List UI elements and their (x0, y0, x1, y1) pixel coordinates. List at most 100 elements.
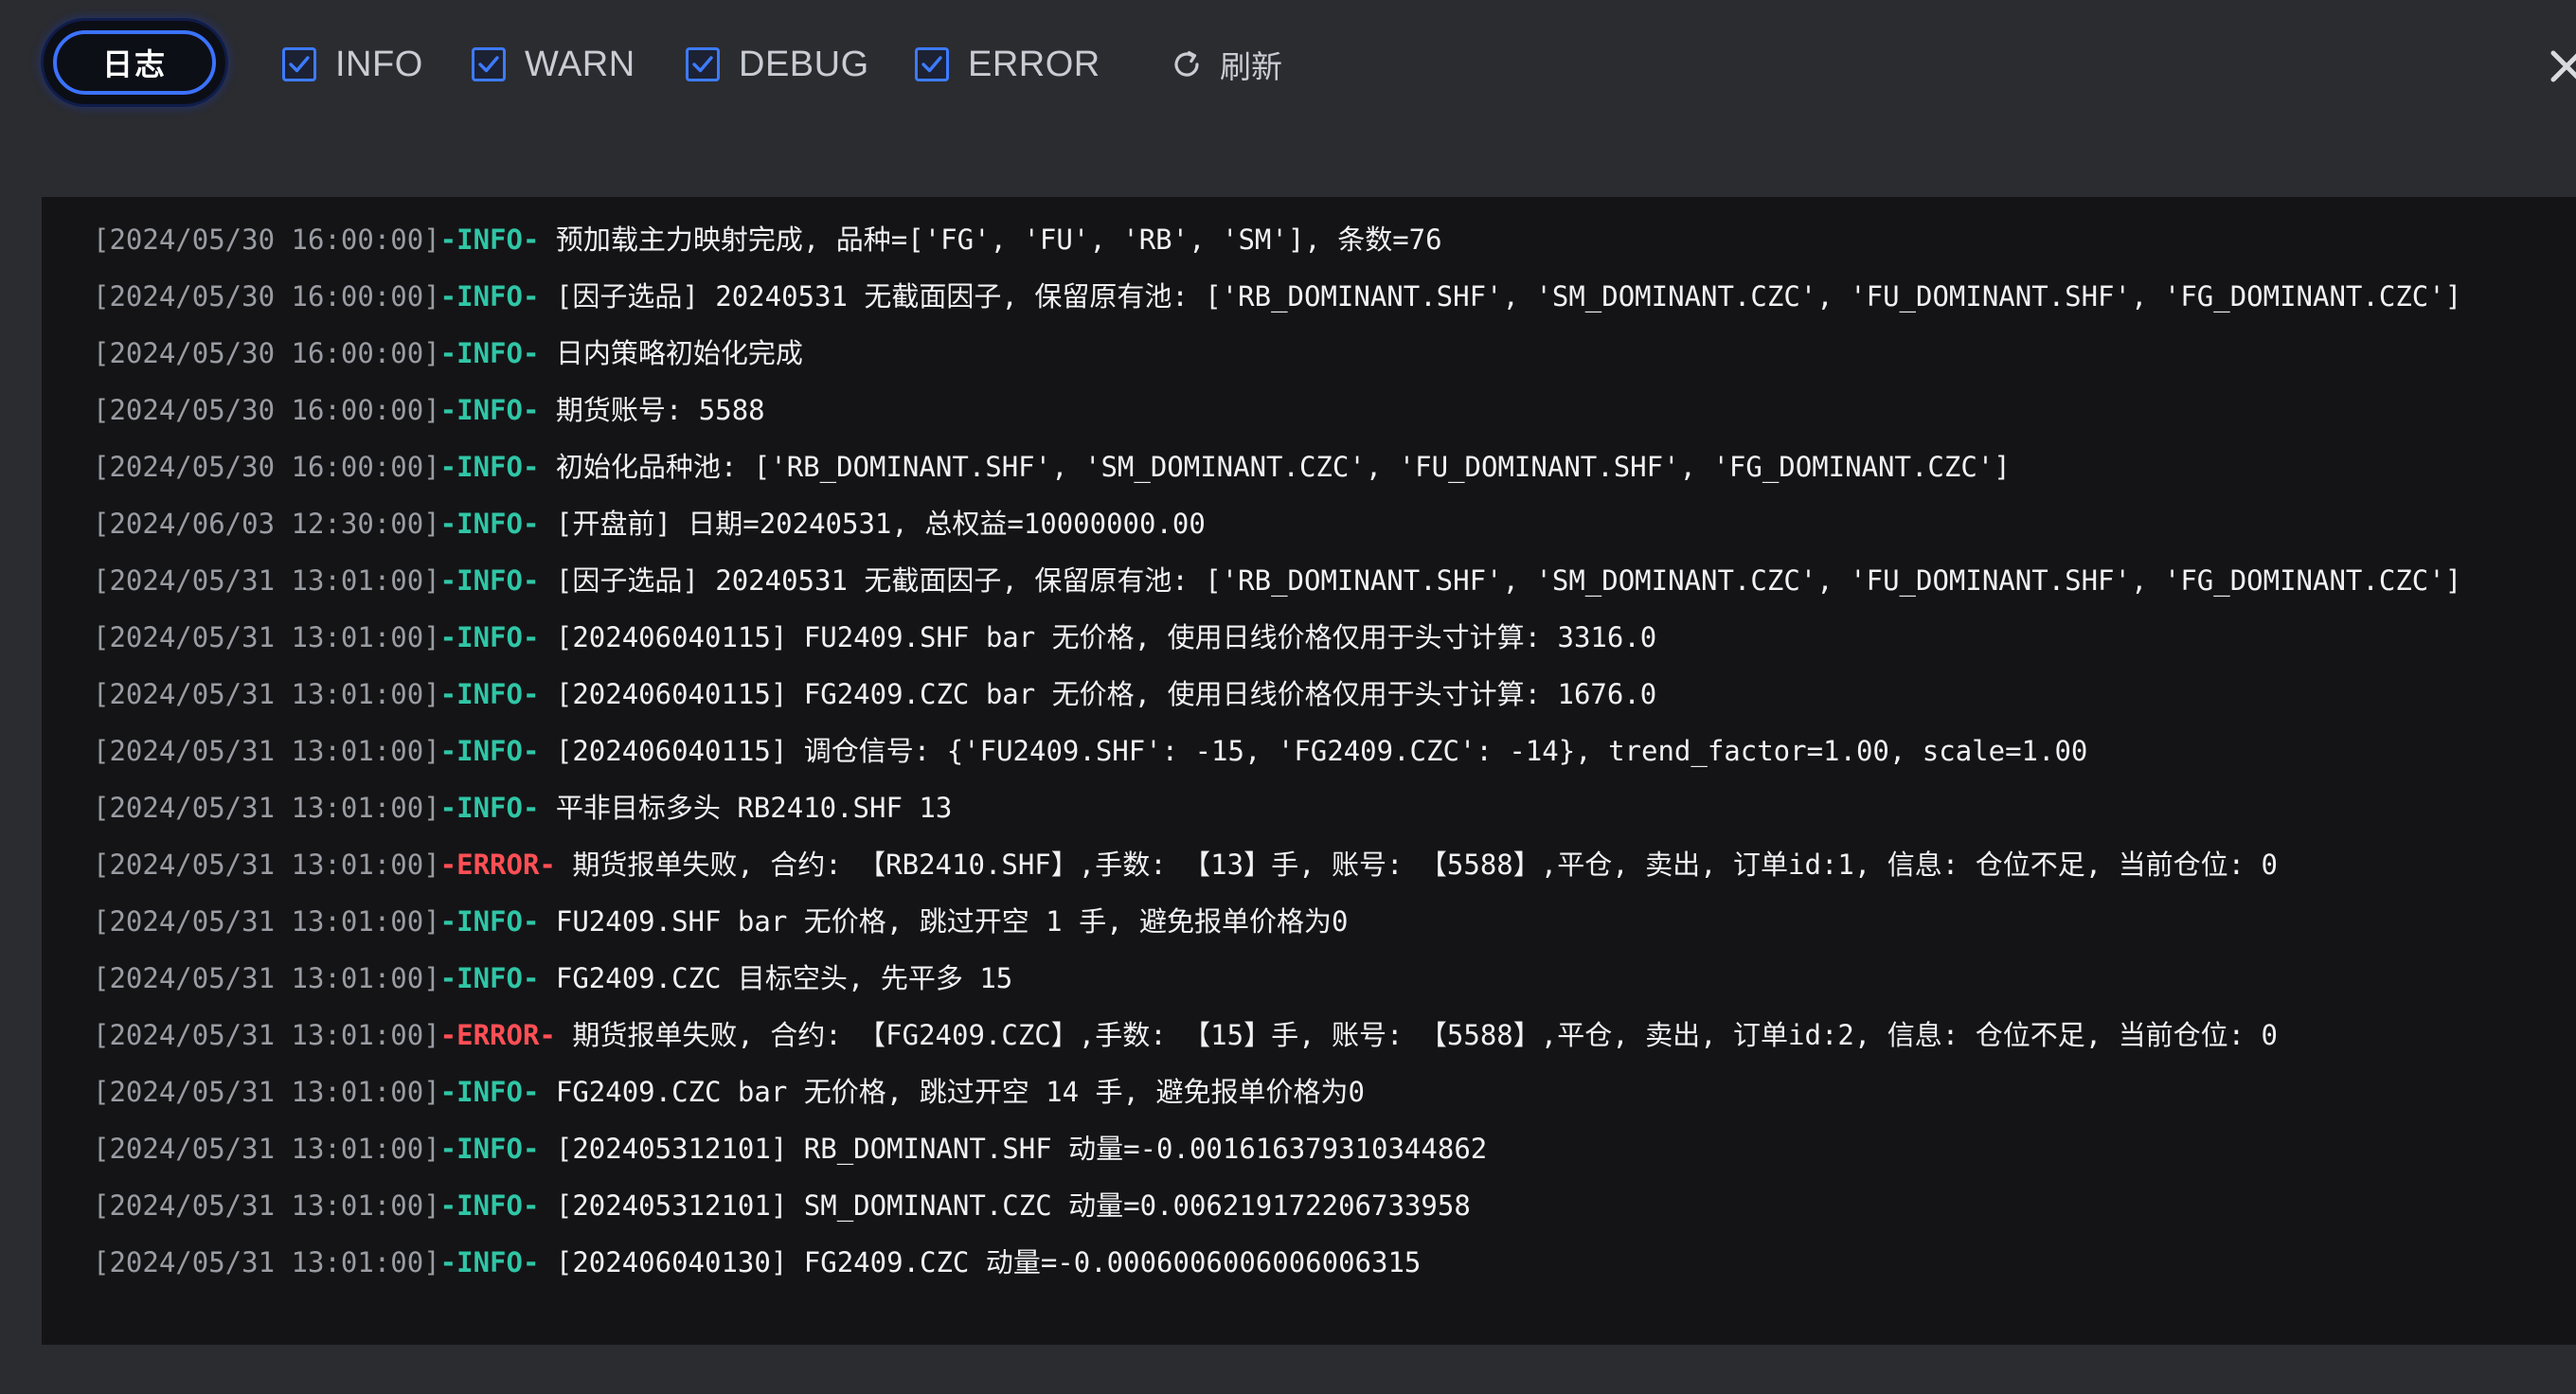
filter-error[interactable]: ERROR (915, 42, 1100, 87)
log-level-error: -ERROR- (439, 849, 556, 881)
log-line: [2024/05/31 13:01:00]-INFO- FU2409.SHF b… (93, 903, 2555, 939)
log-level-info: -INFO- (439, 735, 540, 767)
log-message: [202406040130] FG2409.CZC 动量=-0.00060060… (539, 1246, 1422, 1278)
log-line: [2024/05/30 16:00:00]-INFO- [因子选品] 20240… (93, 278, 2555, 314)
tab-log-label: 日志 (53, 30, 216, 95)
log-timestamp: [2024/05/31 13:01:00] (93, 849, 440, 881)
log-level-info: -INFO- (439, 678, 540, 710)
tab-log[interactable]: 日志 (44, 21, 225, 104)
log-level-info: -INFO- (439, 508, 540, 540)
log-level-info: -INFO- (439, 280, 540, 313)
check-icon (289, 56, 310, 73)
filter-debug[interactable]: DEBUG (686, 42, 869, 87)
log-line: [2024/05/31 13:01:00]-INFO- [20240531210… (93, 1131, 2555, 1167)
log-timestamp: [2024/05/31 13:01:00] (93, 678, 440, 710)
log-message: 预加载主力映射完成, 品种=['FG', 'FU', 'RB', 'SM'], … (539, 223, 1442, 256)
filter-warn-label: WARN (525, 44, 635, 84)
log-message: 期货账号: 5588 (539, 394, 765, 426)
check-icon (692, 56, 713, 73)
log-line: [2024/05/31 13:01:00]-INFO- [因子选品] 20240… (93, 563, 2555, 599)
log-message: [202406040115] FG2409.CZC bar 无价格, 使用日线价… (539, 678, 1657, 710)
log-timestamp: [2024/05/31 13:01:00] (93, 621, 440, 653)
log-timestamp: [2024/05/30 16:00:00] (93, 280, 440, 313)
log-line: [2024/05/31 13:01:00]-INFO- [20240604013… (93, 1244, 2555, 1280)
log-level-info: -INFO- (439, 223, 540, 256)
log-panel[interactable]: [2024/05/30 16:00:00]-INFO- 预加载主力映射完成, 品… (42, 197, 2576, 1345)
filter-debug-label: DEBUG (739, 44, 869, 84)
log-line: [2024/05/31 13:01:00]-INFO- FG2409.CZC b… (93, 1074, 2555, 1110)
log-line: [2024/06/03 12:30:00]-INFO- [开盘前] 日期=202… (93, 506, 2555, 542)
log-level-info: -INFO- (439, 962, 540, 994)
log-line: [2024/05/30 16:00:00]-INFO- 日内策略初始化完成 (93, 335, 2555, 371)
log-line: [2024/05/31 13:01:00]-INFO- [20240531210… (93, 1188, 2555, 1224)
log-level-info: -INFO- (439, 451, 540, 483)
log-message: [202406040115] 调仓信号: {'FU2409.SHF': -15,… (539, 735, 2088, 767)
refresh-label: 刷新 (1220, 49, 1282, 84)
log-timestamp: [2024/06/03 12:30:00] (93, 508, 440, 540)
log-timestamp: [2024/05/30 16:00:00] (93, 337, 440, 369)
log-level-info: -INFO- (439, 337, 540, 369)
log-line: [2024/05/31 13:01:00]-INFO- [20240604011… (93, 733, 2555, 769)
log-timestamp: [2024/05/31 13:01:00] (93, 1076, 440, 1108)
log-timestamp: [2024/05/31 13:01:00] (93, 962, 440, 994)
log-message: FU2409.SHF bar 无价格, 跳过开空 1 手, 避免报单价格为0 (539, 905, 1349, 938)
log-level-error: -ERROR- (439, 1019, 556, 1051)
log-timestamp: [2024/05/31 13:01:00] (93, 1246, 440, 1278)
check-icon (921, 56, 942, 73)
log-line: [2024/05/31 13:01:00]-INFO- [20240604011… (93, 619, 2555, 655)
filter-warn-checkbox[interactable] (472, 47, 506, 81)
filter-info-label: INFO (335, 44, 423, 84)
log-level-info: -INFO- (439, 905, 540, 938)
log-message: [202405312101] SM_DOMINANT.CZC 动量=0.0062… (539, 1189, 1471, 1222)
filter-info[interactable]: INFO (282, 42, 423, 87)
filter-debug-checkbox[interactable] (686, 47, 720, 81)
log-line: [2024/05/30 16:00:00]-INFO- 预加载主力映射完成, 品… (93, 222, 2555, 258)
check-icon (478, 56, 499, 73)
log-message: 初始化品种池: ['RB_DOMINANT.SHF', 'SM_DOMINANT… (539, 451, 2011, 483)
log-timestamp: [2024/05/31 13:01:00] (93, 1019, 440, 1051)
refresh-button[interactable]: 刷新 (1169, 42, 1282, 87)
log-message: [因子选品] 20240531 无截面因子, 保留原有池: ['RB_DOMIN… (539, 564, 2462, 597)
filter-info-checkbox[interactable] (282, 47, 316, 81)
log-level-info: -INFO- (439, 564, 540, 597)
log-toolbar: 日志 INFO WARN DEBUG ERROR 刷新 (0, 0, 2576, 142)
log-message: [因子选品] 20240531 无截面因子, 保留原有池: ['RB_DOMIN… (539, 280, 2462, 313)
log-message: [202405312101] RB_DOMINANT.SHF 动量=-0.001… (539, 1133, 1488, 1165)
log-level-info: -INFO- (439, 1189, 540, 1222)
log-message: [开盘前] 日期=20240531, 总权益=10000000.00 (539, 508, 1206, 540)
log-line: [2024/05/31 13:01:00]-INFO- 平非目标多头 RB241… (93, 790, 2555, 826)
log-lines: [2024/05/30 16:00:00]-INFO- 预加载主力映射完成, 品… (93, 222, 2555, 1301)
log-timestamp: [2024/05/31 13:01:00] (93, 735, 440, 767)
log-message: FG2409.CZC bar 无价格, 跳过开空 14 手, 避免报单价格为0 (539, 1076, 1365, 1108)
log-message: [202406040115] FU2409.SHF bar 无价格, 使用日线价… (539, 621, 1657, 653)
log-timestamp: [2024/05/30 16:00:00] (93, 451, 440, 483)
log-level-info: -INFO- (439, 1246, 540, 1278)
log-line: [2024/05/31 13:01:00]-INFO- FG2409.CZC 目… (93, 960, 2555, 996)
log-level-info: -INFO- (439, 394, 540, 426)
log-timestamp: [2024/05/31 13:01:00] (93, 1133, 440, 1165)
log-level-info: -INFO- (439, 1133, 540, 1165)
filter-error-label: ERROR (968, 44, 1100, 84)
log-line: [2024/05/31 13:01:00]-INFO- [20240604011… (93, 676, 2555, 712)
log-level-info: -INFO- (439, 792, 540, 824)
refresh-icon (1174, 50, 1199, 77)
log-line: [2024/05/31 13:01:00]-ERROR- 期货报单失败, 合约:… (93, 1017, 2555, 1053)
log-timestamp: [2024/05/31 13:01:00] (93, 564, 440, 597)
filter-error-checkbox[interactable] (915, 47, 949, 81)
log-line: [2024/05/31 13:01:00]-ERROR- 期货报单失败, 合约:… (93, 847, 2555, 883)
log-timestamp: [2024/05/30 16:00:00] (93, 394, 440, 426)
log-level-info: -INFO- (439, 1076, 540, 1108)
close-button[interactable] (2548, 47, 2576, 85)
log-line: [2024/05/30 16:00:00]-INFO- 初始化品种池: ['RB… (93, 449, 2555, 485)
log-message: 平非目标多头 RB2410.SHF 13 (539, 792, 953, 824)
log-timestamp: [2024/05/31 13:01:00] (93, 1189, 440, 1222)
log-message: FG2409.CZC 目标空头, 先平多 15 (539, 962, 1013, 994)
log-message: 日内策略初始化完成 (539, 337, 803, 369)
log-line: [2024/05/30 16:00:00]-INFO- 期货账号: 5588 (93, 392, 2555, 428)
filter-warn[interactable]: WARN (472, 42, 635, 87)
log-timestamp: [2024/05/31 13:01:00] (93, 792, 440, 824)
log-level-info: -INFO- (439, 621, 540, 653)
close-icon (2550, 50, 2576, 82)
log-timestamp: [2024/05/30 16:00:00] (93, 223, 440, 256)
log-message: 期货报单失败, 合约: 【RB2410.SHF】,手数: 【13】手, 账号: … (555, 849, 2279, 881)
